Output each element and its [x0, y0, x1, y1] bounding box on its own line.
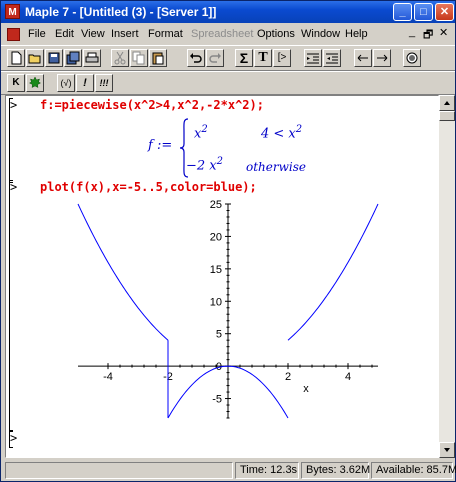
print-button[interactable] [83, 49, 101, 67]
forward-button[interactable] [373, 49, 391, 67]
plot-canvas[interactable]: -4 -2 2 4-50510152025x [6, 196, 436, 426]
maximize-button[interactable]: □ [414, 3, 433, 21]
y-tick-label: 25 [210, 199, 222, 211]
arrow-up-icon [444, 101, 450, 105]
arrow-right-icon [377, 54, 388, 62]
status-message [5, 462, 233, 479]
new-icon [11, 51, 22, 65]
doc-minimize-button[interactable]: _ [409, 26, 415, 38]
maple-window: M Maple 7 - [Untitled (3) - [Server 1]] … [0, 0, 456, 482]
title-bar[interactable]: M Maple 7 - [Untitled (3) - [Server 1]] … [1, 1, 455, 23]
window-title: Maple 7 - [Untitled (3) - [Server 1]] [25, 5, 217, 19]
open-folder-icon [28, 54, 41, 64]
menu-spreadsheet[interactable]: Spreadsheet [191, 28, 253, 40]
undo-icon [190, 53, 202, 63]
menu-help[interactable]: Help [345, 28, 368, 40]
execute-button[interactable]: ! [76, 74, 94, 92]
y-tick-label: 15 [210, 264, 222, 276]
insert-prompt-button[interactable]: [> [273, 49, 291, 67]
maple-leaf-icon [28, 76, 42, 88]
minimize-button[interactable]: _ [393, 3, 412, 21]
case1-condition: 4 < x2 [261, 124, 303, 142]
indent-icon [307, 53, 319, 64]
case2-condition: otherwise [246, 160, 306, 174]
scissors-icon [114, 51, 126, 65]
output-lhs: f := [148, 138, 173, 153]
input-2[interactable]: plot(f(x),x=-5..5,color=blue); [40, 180, 257, 194]
open-button[interactable] [26, 49, 44, 67]
printer-icon [85, 52, 99, 63]
save-icon [48, 52, 60, 64]
outdent-icon [326, 53, 338, 64]
execute-all-button[interactable]: !!! [95, 74, 113, 92]
y-tick-label: 5 [216, 329, 222, 341]
copy-button[interactable] [130, 49, 148, 67]
save-button[interactable] [45, 49, 63, 67]
save-all-icon [66, 51, 80, 65]
save-all-button[interactable] [64, 49, 82, 67]
y-tick-label: -5 [212, 394, 222, 406]
text-mode-button[interactable]: T [254, 49, 272, 67]
prompt-2: > [10, 180, 18, 194]
x-tick-label: 4 [345, 371, 351, 383]
curve-piece-3 [287, 203, 379, 341]
x-axis-label: x [303, 383, 309, 395]
input-1[interactable]: f:=piecewise(x^2>4,x^2,-2*x^2); [40, 98, 264, 112]
y-tick-label: 10 [210, 296, 222, 308]
new-button[interactable] [7, 49, 25, 67]
menu-format[interactable]: Format [148, 28, 183, 40]
sum-button[interactable]: Σ [235, 49, 253, 67]
prompt-1: > [10, 98, 18, 112]
doc-close-button[interactable]: ✕ [439, 26, 448, 39]
stop-icon [406, 52, 418, 64]
paste-icon [152, 52, 164, 65]
redo-button[interactable] [206, 49, 224, 67]
menu-view[interactable]: View [81, 28, 105, 40]
maple-app-icon[interactable]: M [5, 4, 20, 19]
menu-file[interactable]: File [28, 28, 46, 40]
menu-edit[interactable]: Edit [55, 28, 74, 40]
copy-icon [132, 51, 145, 65]
vertical-scrollbar[interactable] [439, 95, 455, 458]
y-tick-label: 20 [210, 231, 222, 243]
menu-insert[interactable]: Insert [111, 28, 139, 40]
x-tick-label: 2 [285, 371, 291, 383]
document-icon[interactable] [7, 28, 20, 41]
status-bar: Time: 12.3s Bytes: 3.62M Available: 85.7… [1, 460, 456, 481]
arrow-left-icon [357, 54, 368, 62]
worksheet[interactable]: > f:=piecewise(x^2>4,x^2,-2*x^2); f := x… [5, 95, 439, 458]
scroll-thumb[interactable] [439, 111, 455, 121]
context-toolbar: K (√) ! !!! [1, 71, 455, 95]
x-tick-label: -4 [103, 371, 113, 383]
undo-button[interactable] [187, 49, 205, 67]
redo-icon [209, 53, 221, 63]
menu-bar: File Edit View Insert Format Spreadsheet… [1, 25, 455, 45]
prompt-3[interactable]: > [10, 431, 17, 445]
back-button[interactable] [354, 49, 372, 67]
evaluate-button[interactable]: (√) [57, 74, 75, 92]
stop-button[interactable] [403, 49, 421, 67]
status-time: Time: 12.3s [235, 462, 299, 479]
paste-button[interactable] [149, 49, 167, 67]
outdent-button[interactable] [323, 49, 341, 67]
status-available: Available: 85.7M [371, 462, 456, 479]
maple-leaf-button[interactable] [26, 74, 44, 92]
case2-expression: −2 x2 [186, 156, 224, 174]
scroll-up-button[interactable] [439, 95, 455, 111]
cut-button[interactable] [111, 49, 129, 67]
status-bytes: Bytes: 3.62M [301, 462, 370, 479]
arrow-down-icon [444, 448, 450, 452]
math-mode-button[interactable]: K [7, 74, 25, 92]
indent-button[interactable] [304, 49, 322, 67]
main-toolbar: Σ T [> [1, 45, 455, 71]
doc-restore-button[interactable]: 🗗 [423, 26, 433, 45]
curve-piece-1 [77, 203, 169, 341]
close-button[interactable]: ✕ [435, 3, 454, 21]
scroll-down-button[interactable] [439, 442, 455, 458]
menu-options[interactable]: Options [257, 28, 295, 40]
menu-window[interactable]: Window [301, 28, 340, 40]
case1-expression: x2 [194, 124, 208, 142]
